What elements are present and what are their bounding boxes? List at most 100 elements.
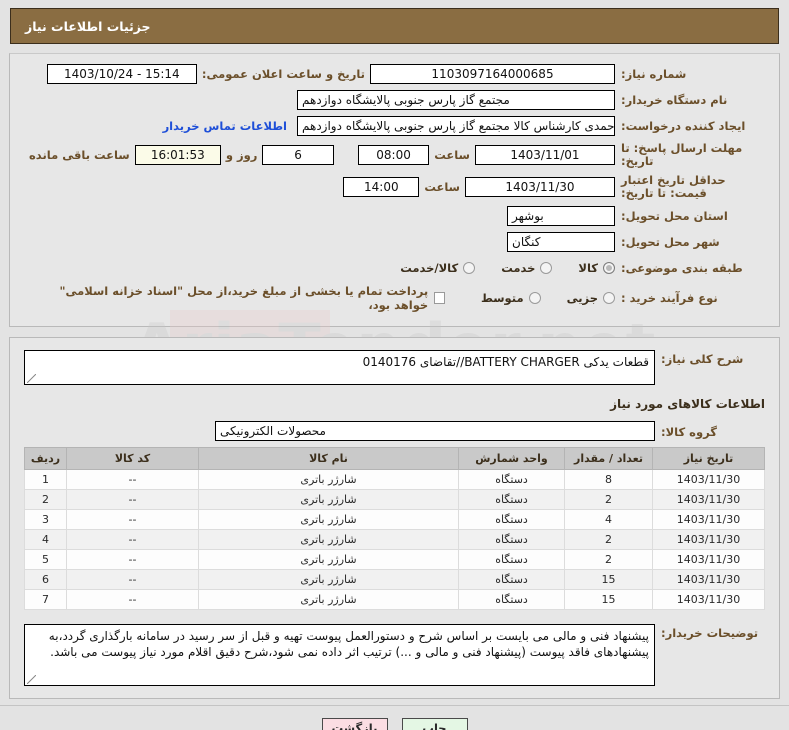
- category-option-goods[interactable]: کالا: [578, 261, 615, 275]
- cell-item-code: --: [66, 489, 199, 510]
- table-row: 1403/11/30 8 دستگاه شارژر باتری -- 1: [24, 469, 765, 490]
- row-creator: ایجاد کننده درخواست: عبدالهادی احمدی کار…: [24, 116, 765, 136]
- cell-unit: دستگاه: [458, 509, 565, 530]
- need-info-panel: شماره نیاز: 1103097164000685 تاریخ و ساع…: [9, 53, 780, 327]
- column-row-number: ردیف: [24, 447, 67, 470]
- resize-grip-icon-notes[interactable]: [27, 675, 36, 684]
- cell-unit: دستگاه: [458, 589, 565, 610]
- radio-medium-icon[interactable]: [528, 292, 541, 304]
- row-deadline: مهلت ارسال پاسخ: تا تاریخ: 1403/11/01 سا…: [24, 142, 765, 168]
- need-number-field[interactable]: 1103097164000685: [370, 64, 615, 84]
- page-header: جزئیات اطلاعات نیاز: [10, 8, 779, 44]
- column-need-date: تاریخ نیاز: [652, 447, 765, 470]
- cell-row-number: 1: [24, 469, 67, 490]
- cell-quantity: 2: [564, 489, 653, 510]
- back-button[interactable]: بازگشت: [321, 718, 388, 730]
- deadline-date-field[interactable]: 1403/11/01: [474, 145, 615, 165]
- process-option-minor-label: جزیی: [566, 291, 598, 305]
- announce-datetime-field[interactable]: 1403/10/24 - 15:14: [46, 64, 197, 84]
- radio-goods-icon[interactable]: [603, 262, 615, 274]
- cell-row-number: 4: [24, 529, 67, 550]
- cell-unit: دستگاه: [458, 529, 565, 550]
- city-field[interactable]: کنگان: [507, 232, 615, 252]
- row-price-validity: حداقل تاریخ اعتبار قیمت: تا تاریخ: 1403/…: [24, 174, 765, 200]
- cell-need-date: 1403/11/30: [652, 469, 765, 490]
- treasury-checkbox-label: پرداخت تمام یا بخشی از مبلغ خرید،از محل …: [59, 284, 429, 312]
- need-details-panel: شرح کلی نیاز: قطعات یدکی BATTERY CHARGER…: [9, 337, 780, 699]
- table-row: 1403/11/30 2 دستگاه شارژر باتری -- 5: [24, 549, 765, 570]
- deadline-label: مهلت ارسال پاسخ: تا تاریخ:: [621, 141, 743, 168]
- cell-item-name: شارژر باتری: [198, 509, 459, 530]
- remaining-days-field: 6: [262, 145, 334, 165]
- process-option-minor[interactable]: جزیی: [567, 291, 615, 305]
- category-option-goods-service[interactable]: کالا/خدمت: [400, 261, 476, 275]
- cell-unit: دستگاه: [458, 469, 565, 490]
- column-item-code: کد کالا: [66, 447, 199, 470]
- province-label: استان محل تحویل:: [621, 208, 728, 223]
- cell-item-name: شارژر باتری: [198, 489, 459, 510]
- column-item-name: نام کالا: [198, 447, 459, 470]
- goods-group-field[interactable]: محصولات الکترونیکی: [215, 421, 655, 441]
- cell-item-name: شارژر باتری: [198, 569, 459, 590]
- goods-section-title: اطلاعات کالاهای مورد نیاز: [610, 397, 765, 411]
- radio-goods-service-icon[interactable]: [463, 262, 476, 274]
- radio-service-icon[interactable]: [540, 262, 553, 274]
- process-option-medium[interactable]: متوسط: [481, 291, 541, 305]
- province-field[interactable]: بوشهر: [507, 206, 615, 226]
- cell-item-code: --: [66, 469, 199, 490]
- cell-need-date: 1403/11/30: [652, 529, 765, 550]
- cell-need-date: 1403/11/30: [652, 569, 765, 590]
- row-need-number: شماره نیاز: 1103097164000685 تاریخ و ساع…: [24, 64, 765, 84]
- category-option-service-label: خدمت: [501, 261, 536, 275]
- resize-grip-icon[interactable]: [27, 374, 36, 383]
- deadline-time-field[interactable]: 08:00: [357, 145, 430, 165]
- cell-item-name: شارژر باتری: [198, 589, 459, 610]
- process-option-medium-label: متوسط: [480, 291, 524, 305]
- cell-quantity: 2: [564, 529, 653, 550]
- table-row: 1403/11/30 15 دستگاه شارژر باتری -- 6: [24, 569, 765, 590]
- footer-buttons: چاپ بازگشت: [0, 718, 789, 730]
- radio-minor-icon[interactable]: [603, 292, 615, 304]
- goods-table-body: 1403/11/30 8 دستگاه شارژر باتری -- 1 1403/11/3…: [24, 469, 765, 610]
- remaining-suffix-label: ساعت باقی مانده: [29, 148, 130, 162]
- buyer-org-label: نام دستگاه خریدار:: [621, 92, 728, 107]
- page-root: AriaTender.net جزئیات اطلاعات نیاز شماره…: [0, 0, 789, 730]
- buyer-contact-link[interactable]: اطلاعات تماس خریدار: [163, 119, 287, 133]
- cell-item-code: --: [66, 589, 199, 610]
- city-label: شهر محل تحویل:: [621, 234, 720, 249]
- cell-quantity: 15: [564, 589, 653, 610]
- cell-need-date: 1403/11/30: [652, 549, 765, 570]
- print-button[interactable]: چاپ: [401, 718, 468, 730]
- cell-quantity: 4: [564, 509, 653, 530]
- row-summary: شرح کلی نیاز: قطعات یدکی BATTERY CHARGER…: [24, 350, 765, 385]
- remaining-days-separator: روز و: [225, 148, 258, 162]
- price-validity-label: حداقل تاریخ اعتبار قیمت: تا تاریخ:: [621, 173, 726, 200]
- cell-need-date: 1403/11/30: [652, 589, 765, 610]
- summary-textarea[interactable]: قطعات یدکی BATTERY CHARGER//تقاضای 01401…: [24, 350, 655, 385]
- row-goods-group: گروه کالا: محصولات الکترونیکی: [24, 421, 765, 441]
- creator-field[interactable]: عبدالهادی احمدی کارشناس کالا مجتمع گاز پ…: [297, 116, 615, 136]
- cell-unit: دستگاه: [458, 549, 565, 570]
- row-province: استان محل تحویل: بوشهر: [24, 206, 765, 226]
- cell-item-code: --: [66, 509, 199, 530]
- cell-row-number: 3: [24, 509, 67, 530]
- price-validity-time-field[interactable]: 14:00: [343, 177, 420, 197]
- price-validity-hour-label: ساعت: [424, 180, 460, 194]
- price-validity-date-field[interactable]: 1403/11/30: [465, 177, 615, 197]
- treasury-checkbox-group[interactable]: پرداخت تمام یا بخشی از مبلغ خرید،از محل …: [50, 284, 445, 312]
- treasury-checkbox-icon[interactable]: [434, 292, 445, 304]
- category-option-goods-label: کالا: [578, 261, 598, 275]
- category-option-service[interactable]: خدمت: [501, 261, 553, 275]
- cell-row-number: 5: [24, 549, 67, 570]
- cell-quantity: 2: [564, 549, 653, 570]
- cell-need-date: 1403/11/30: [652, 489, 765, 510]
- buyer-notes-textarea[interactable]: پیشنهاد فنی و مالی می بایست بر اساس شرح …: [24, 624, 655, 686]
- cell-item-code: --: [66, 569, 199, 590]
- page-title: جزئیات اطلاعات نیاز: [25, 18, 151, 34]
- row-buyer-notes: توضیحات خریدار: پیشنهاد فنی و مالی می با…: [24, 624, 765, 686]
- row-process-type: نوع فرآیند خرید : جزیی متوسط پرداخت تمام…: [24, 284, 765, 312]
- cell-quantity: 15: [564, 569, 653, 590]
- cell-row-number: 6: [24, 569, 67, 590]
- creator-label: ایجاد کننده درخواست:: [621, 118, 746, 133]
- buyer-org-field[interactable]: مجتمع گاز پارس جنوبی پالایشگاه دوازدهم: [297, 90, 615, 110]
